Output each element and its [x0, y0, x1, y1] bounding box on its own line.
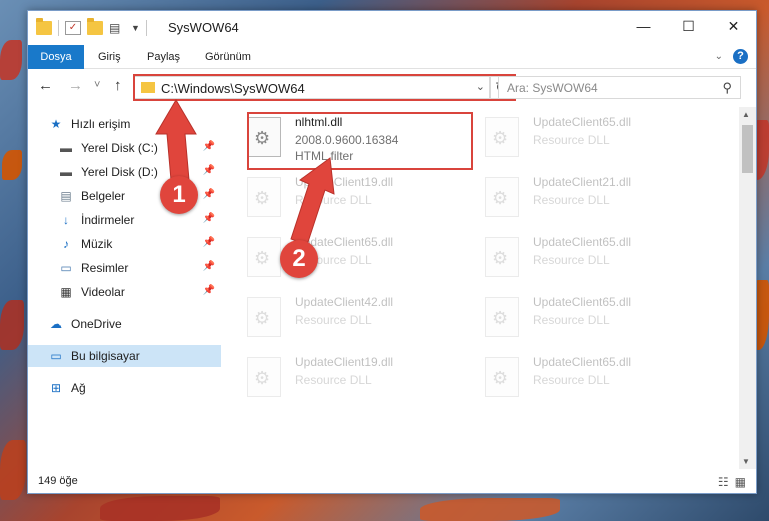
callout-arrows	[155, 99, 335, 246]
arrow-1	[155, 99, 197, 181]
arrow-2	[290, 157, 335, 246]
callout-number-2: 2	[280, 240, 318, 278]
callout-number-1: 1	[160, 176, 198, 214]
